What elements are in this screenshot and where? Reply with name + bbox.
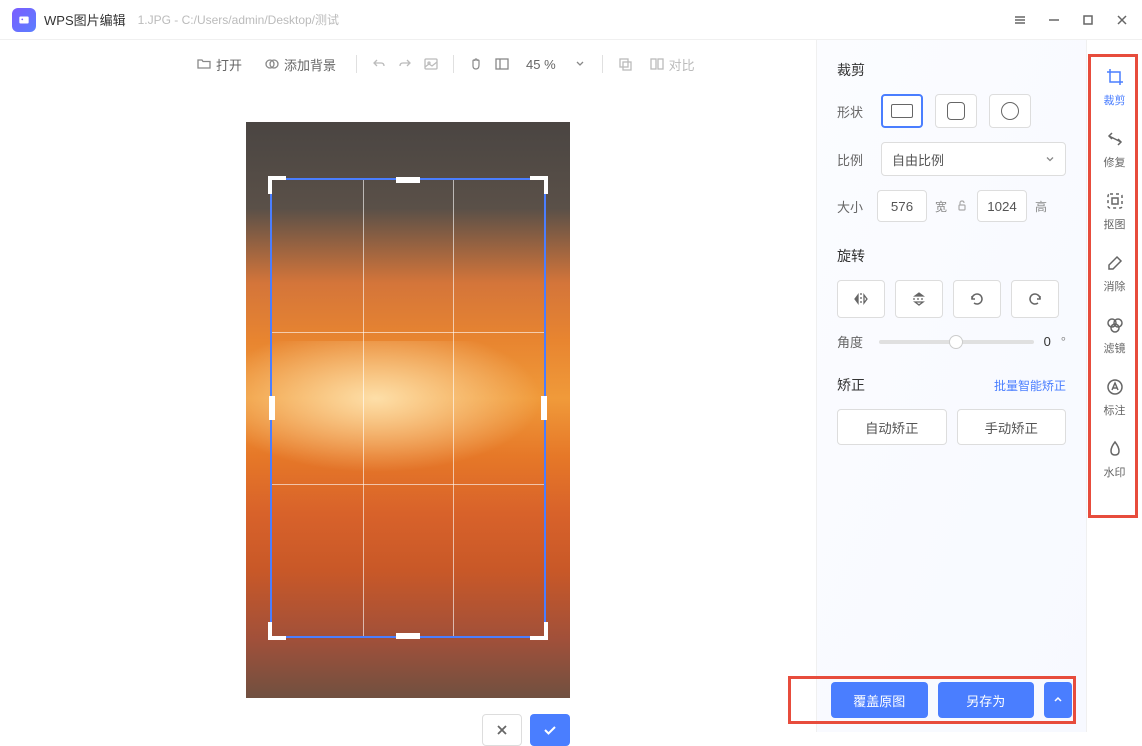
add-background-button[interactable]: 添加背景 bbox=[258, 51, 342, 78]
save-dropdown-button[interactable] bbox=[1044, 682, 1072, 718]
crop-section-title: 裁剪 bbox=[837, 60, 1066, 80]
tool-erase[interactable]: 消除 bbox=[1087, 242, 1142, 304]
compare-icon bbox=[649, 56, 665, 72]
tool-filter[interactable]: 滤镜 bbox=[1087, 304, 1142, 366]
rotate-section-title: 旋转 bbox=[837, 246, 1066, 266]
crop-confirm-button[interactable] bbox=[530, 714, 570, 746]
overwrite-button[interactable]: 覆盖原图 bbox=[831, 682, 928, 718]
ratio-label: 比例 bbox=[837, 150, 869, 169]
crop-frame[interactable] bbox=[270, 178, 546, 638]
height-label: 高 bbox=[1035, 198, 1047, 215]
crop-handle-tr[interactable] bbox=[530, 176, 548, 194]
open-button[interactable]: 打开 bbox=[190, 51, 248, 78]
canvas-area: 打开 添加背景 45 % 对比 bbox=[0, 40, 816, 732]
crop-handle-l[interactable] bbox=[269, 396, 275, 420]
filter-icon bbox=[1104, 314, 1126, 336]
tool-crop[interactable]: 裁剪 bbox=[1087, 56, 1142, 118]
shape-rounded-button[interactable] bbox=[935, 94, 977, 128]
width-input[interactable] bbox=[877, 190, 927, 222]
shape-circle-button[interactable] bbox=[989, 94, 1031, 128]
background-icon bbox=[264, 56, 280, 72]
tool-crop-label: 裁剪 bbox=[1104, 92, 1126, 108]
app-logo-icon bbox=[12, 8, 36, 32]
app-title: WPS图片编辑 bbox=[44, 10, 126, 29]
hand-icon[interactable] bbox=[468, 56, 484, 72]
zoom-value[interactable]: 45 % bbox=[520, 57, 562, 72]
crop-handle-r[interactable] bbox=[541, 396, 547, 420]
degree-symbol: ° bbox=[1061, 334, 1066, 349]
compare-button[interactable]: 对比 bbox=[643, 51, 701, 78]
tool-filter-label: 滤镜 bbox=[1104, 340, 1126, 356]
image-icon[interactable] bbox=[423, 56, 439, 72]
redo-icon[interactable] bbox=[397, 56, 413, 72]
ratio-value: 自由比例 bbox=[892, 150, 944, 169]
angle-slider[interactable] bbox=[879, 340, 1034, 344]
tool-erase-label: 消除 bbox=[1104, 278, 1126, 294]
copy-icon[interactable] bbox=[617, 56, 633, 72]
erase-icon bbox=[1104, 252, 1126, 274]
close-button[interactable] bbox=[1114, 12, 1130, 28]
tool-annotate-label: 标注 bbox=[1104, 402, 1126, 418]
crop-icon bbox=[1104, 66, 1126, 88]
rotate-right-button[interactable] bbox=[1011, 280, 1059, 318]
right-panel: 裁剪 形状 比例 自由比例 大小 宽 高 bbox=[816, 40, 1086, 732]
flip-vertical-button[interactable] bbox=[895, 280, 943, 318]
add-bg-label: 添加背景 bbox=[284, 55, 336, 74]
crop-handle-t[interactable] bbox=[396, 177, 420, 183]
fit-icon[interactable] bbox=[494, 56, 510, 72]
titlebar: WPS图片编辑 1.JPG - C:/Users/admin/Desktop/测… bbox=[0, 0, 1142, 40]
tool-repair[interactable]: 修复 bbox=[1087, 118, 1142, 180]
toolbar: 打开 添加背景 45 % 对比 bbox=[0, 40, 816, 88]
open-label: 打开 bbox=[216, 55, 242, 74]
rotate-left-button[interactable] bbox=[953, 280, 1001, 318]
file-path: 1.JPG - C:/Users/admin/Desktop/测试 bbox=[138, 11, 339, 28]
tool-repair-label: 修复 bbox=[1104, 154, 1126, 170]
tool-cutout[interactable]: 抠图 bbox=[1087, 180, 1142, 242]
slider-thumb[interactable] bbox=[949, 335, 963, 349]
crop-handle-bl[interactable] bbox=[268, 622, 286, 640]
tool-cutout-label: 抠图 bbox=[1104, 216, 1126, 232]
menu-icon[interactable] bbox=[1012, 12, 1028, 28]
width-label: 宽 bbox=[935, 198, 947, 215]
chevron-down-icon bbox=[1045, 154, 1055, 164]
tool-watermark-label: 水印 bbox=[1104, 464, 1126, 480]
manual-correct-button[interactable]: 手动矫正 bbox=[957, 409, 1067, 445]
correct-section-title: 矫正 bbox=[837, 375, 865, 395]
crop-handle-br[interactable] bbox=[530, 622, 548, 640]
maximize-button[interactable] bbox=[1080, 12, 1096, 28]
repair-icon bbox=[1104, 128, 1126, 150]
compare-label: 对比 bbox=[669, 55, 695, 74]
save-as-button[interactable]: 另存为 bbox=[938, 682, 1035, 718]
cutout-icon bbox=[1104, 190, 1126, 212]
batch-correct-link[interactable]: 批量智能矫正 bbox=[994, 377, 1066, 394]
height-input[interactable] bbox=[977, 190, 1027, 222]
chevron-down-icon[interactable] bbox=[572, 56, 588, 72]
crop-cancel-button[interactable] bbox=[482, 714, 522, 746]
crop-handle-tl[interactable] bbox=[268, 176, 286, 194]
folder-icon bbox=[196, 56, 212, 72]
auto-correct-button[interactable]: 自动矫正 bbox=[837, 409, 947, 445]
undo-icon[interactable] bbox=[371, 56, 387, 72]
minimize-button[interactable] bbox=[1046, 12, 1062, 28]
shape-rect-button[interactable] bbox=[881, 94, 923, 128]
tool-watermark[interactable]: 水印 bbox=[1087, 428, 1142, 490]
watermark-icon bbox=[1104, 438, 1126, 460]
crop-handle-b[interactable] bbox=[396, 633, 420, 639]
tool-sidebar: 裁剪 修复 抠图 消除 滤镜 标注 水印 bbox=[1086, 40, 1142, 732]
angle-value: 0 bbox=[1044, 334, 1051, 349]
shape-label: 形状 bbox=[837, 102, 869, 121]
size-label: 大小 bbox=[837, 197, 869, 216]
ratio-select[interactable]: 自由比例 bbox=[881, 142, 1066, 176]
flip-horizontal-button[interactable] bbox=[837, 280, 885, 318]
image-canvas[interactable] bbox=[246, 122, 570, 698]
angle-label: 角度 bbox=[837, 332, 869, 351]
tool-annotate[interactable]: 标注 bbox=[1087, 366, 1142, 428]
lock-icon[interactable] bbox=[955, 198, 969, 215]
annotate-icon bbox=[1104, 376, 1126, 398]
